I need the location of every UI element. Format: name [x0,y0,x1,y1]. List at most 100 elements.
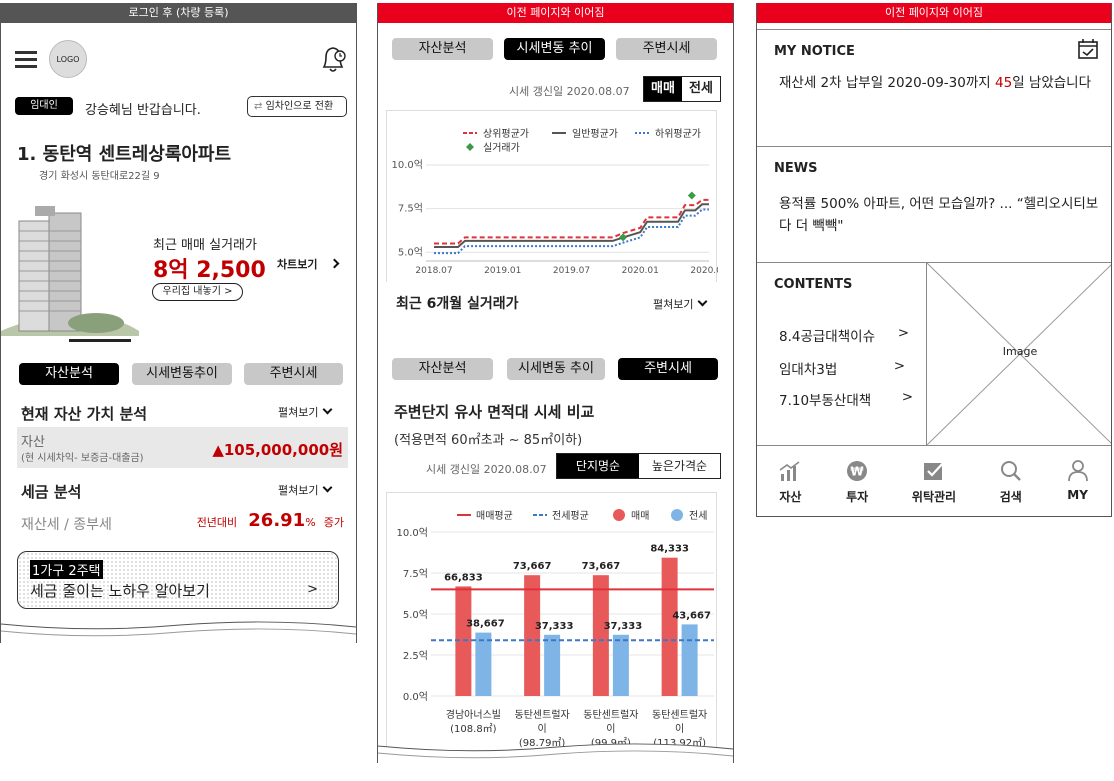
asset-value: ▲105,000,000원 [212,439,343,460]
user-icon [1067,460,1088,482]
tab-asset-analysis[interactable]: 자산분석 [392,38,493,60]
asset-box: 자산 (현 시세차익- 보증금-대출금) ▲105,000,000원 [17,427,348,468]
torn-edge [1,621,356,643]
y-tick-label: 7.5억 [398,203,423,215]
actual-trade-point [687,191,696,200]
image-label: Image [1002,345,1038,358]
chart-link-label: 차트보기 [277,258,318,271]
bell-icon[interactable] [319,43,349,75]
expand-label: 펼쳐보기 [278,406,319,419]
expand-button[interactable]: 펼쳐보기 [278,404,333,420]
continued-bar: 이전 페이지와 이어짐 [757,3,1111,23]
switch-role-button[interactable]: ⇄ 임차인으로 전환 [247,96,347,117]
notice-days: 45 [995,75,1013,91]
content-image-placeholder[interactable]: Image [926,263,1111,446]
tab-price-trend[interactable]: 시세변동추이 [132,363,232,385]
tab-asset-analysis[interactable]: 자산분석 [19,363,119,385]
nav-invest[interactable]: ₩ 투자 [824,446,891,516]
y-tick-label: 2.5억 [403,650,428,662]
nav-asset[interactable]: 자산 [757,446,824,516]
bar-value-label: 38,667 [466,619,505,630]
tax-label: 재산세 / 종부세 [21,517,112,533]
toggle-sale[interactable]: 매매 [644,77,682,101]
expand-button[interactable]: 펼쳐보기 [653,296,708,312]
apartment-image [1,201,139,336]
x-tick-label: 2019.01 [484,266,521,276]
expand-button-tax[interactable]: 펼쳐보기 [278,482,333,498]
chart-link[interactable]: 차트보기 [277,256,340,272]
bar-chart-svg: 0.0억 2.5억 5.0억 7.5억 10.0억 66,833 38,667 경남아너스빌 (… [397,509,714,749]
news-headline[interactable]: 용적률 500% 아파트, 어떤 모습일까? ... “헬리오시티보다 더 빽빽… [779,193,1099,237]
bar-jeonse [681,624,698,696]
bar-value-label: 66,833 [444,572,483,583]
bar-value-label: 37,333 [604,621,643,632]
nav-label: MY [1067,488,1088,502]
chart-growth-icon [779,461,800,481]
x-tick-label: 2018.07 [415,266,452,276]
chevron-down-icon [323,404,333,415]
calendar-check-icon[interactable] [1077,38,1099,60]
nav-consign[interactable]: 위탁관리 [891,446,978,516]
price-trend-chart: 5.0억 7.5억 10.0억 2018.07 2019.01 2019.07 2020.0… [386,110,728,282]
contents-item-label: 8.4공급대책이슈 [779,329,875,345]
contents-item-arrow: > [893,358,905,374]
x-tick-label: 2020.07 [690,266,718,276]
notice-text[interactable]: 재산세 2차 납부일 2020-09-30까지 45일 남았습니다 [779,72,1099,94]
series-line-2 [434,208,709,255]
notice-text-post: 일 남았습니다 [1012,75,1091,91]
bar-sale [592,575,609,696]
sort-by-name[interactable]: 단지명순 [557,454,639,478]
tax-change: 전년대비 26.91% 증가 [197,510,344,531]
y-tick-label: 0.0억 [403,691,428,703]
tab-price-trend-2[interactable]: 시세변동 추이 [507,358,605,380]
tab-nearby-price[interactable]: 주변시세 [244,363,343,385]
update-date-2: 시세 갱신일 2020.08.07 [426,463,547,476]
chevron-right-icon [329,258,340,271]
nav-search[interactable]: 검색 [977,446,1044,516]
contents-item[interactable]: 7.10부동산대책 > [779,389,913,409]
panel-login-home: 로그인 후 (차량 등록) LOGO 임대인 강승혜님 반갑습니다. ⇄ 임차인… [0,3,357,643]
expand-label: 펼쳐보기 [653,298,694,311]
nav-label: 검색 [999,490,1022,504]
toggle-jeonse[interactable]: 전세 [682,77,720,101]
notice-title: MY NOTICE [774,44,855,59]
legend-swatch [613,509,625,521]
tab-nearby-price-2[interactable]: 주변시세 [618,358,718,380]
nav-my[interactable]: MY [1044,446,1111,516]
menu-icon[interactable] [15,51,37,69]
contents-section: CONTENTS 8.4공급대책이슈 > 임대차3법 > 7.10부동산대책 > Im… [757,263,1111,446]
chevron-down-icon [698,296,708,307]
asset-sub-label: (현 시세차익- 보증금-대출금) [21,453,144,464]
legend-swatch [466,143,474,151]
y-tick-label: 10.0억 [397,527,428,539]
torn-edge [378,743,733,763]
asset-section-title: 현재 자산 가치 분석 [21,405,148,423]
bar-sale [661,557,678,696]
tip-text: 세금 줄이는 노하우 알아보기 [30,582,210,600]
sort-toggle[interactable]: 단지명순 높은가격순 [556,453,721,479]
panel-analysis-detail: 이전 페이지와 이어짐 자산분석 시세변동 추이 주변시세 시세 갱신일 202… [377,3,734,763]
nav-label: 투자 [846,490,869,504]
bar-jeonse [612,634,629,696]
news-title: NEWS [774,161,818,176]
tab-nearby-price[interactable]: 주변시세 [616,38,717,60]
contents-item[interactable]: 8.4공급대책이슈 > [779,325,909,345]
tax-pct-unit: % [305,516,316,529]
recent-6m-title: 최근 6개월 실거래가 [396,296,519,312]
comparison-subtitle: (적용면적 60㎡초과 ~ 85㎡이하) [394,433,583,448]
list-home-button[interactable]: 우리집 내놓기 > [152,283,243,301]
contents-item[interactable]: 임대차3법 > [779,358,909,378]
x-tick-label: 이 [675,723,684,735]
tax-tip-card[interactable]: 1가구 2주택 세금 줄이는 노하우 알아보기 > [17,551,339,609]
x-tick-label: 이 [606,723,615,735]
legend-label: 전세 [689,510,707,522]
bar-value-label: 37,333 [535,621,574,632]
tab-price-trend[interactable]: 시세변동 추이 [504,38,605,60]
trade-type-toggle[interactable]: 매매 전세 [643,76,721,102]
sort-by-price[interactable]: 높은가격순 [639,454,720,478]
check-box-icon [924,461,945,480]
legend-label: 매매 [631,510,649,522]
tab-asset-analysis-2[interactable]: 자산분석 [392,358,493,380]
x-tick-label: 이 [538,723,547,735]
continued-bar: 이전 페이지와 이어짐 [378,3,733,23]
